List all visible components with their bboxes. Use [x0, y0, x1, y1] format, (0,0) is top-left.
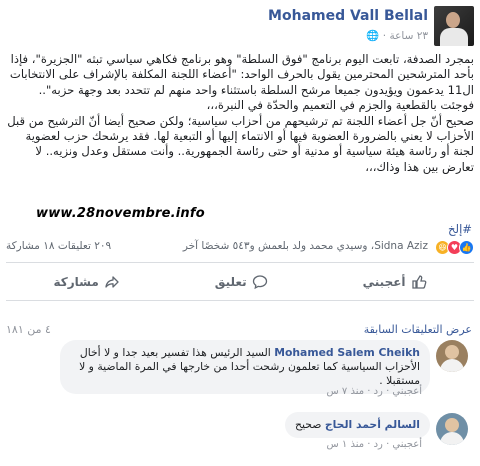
comment-label: تعليق	[214, 275, 247, 289]
comments-shares-count[interactable]: ٢٠٩ تعليقات ١٨ مشاركة	[6, 240, 111, 252]
share-icon	[105, 276, 119, 288]
comment-icon	[252, 275, 267, 290]
comment-button[interactable]: تعليق	[215, 274, 268, 290]
thumbs-up-icon	[411, 275, 426, 289]
post-body: بمجرد الصدفة، تابعت اليوم برنامج "فوق ال…	[6, 52, 474, 175]
comment-author[interactable]: Mohamed Salem Cheikh	[274, 346, 420, 359]
post-hashtag[interactable]: #إلخ	[448, 222, 472, 236]
like-button[interactable]: أعجبني	[363, 274, 427, 290]
divider	[6, 300, 474, 301]
share-button[interactable]: مشاركة	[54, 274, 120, 290]
comment-text: صحيح	[295, 418, 322, 431]
commenter-avatar[interactable]	[436, 413, 468, 445]
author-avatar[interactable]	[434, 6, 474, 46]
comment-actions[interactable]: أعجبني · رد · منذ ١ س	[327, 439, 423, 450]
commenter-avatar[interactable]	[436, 340, 468, 372]
like-label: أعجبني	[362, 275, 406, 289]
post-author-name[interactable]: Mohamed Vall Bellal	[268, 8, 428, 24]
comment-author[interactable]: السالم أحمد الحاج	[325, 418, 420, 431]
like-icon: 👍	[459, 240, 474, 255]
reactors-text[interactable]: Sidna Aziz، وسيدي محمد ولد بلعمش و٥٤٣ شخ…	[183, 240, 428, 252]
post-actions: أعجبني تعليق مشاركة	[6, 268, 474, 296]
comments-pager-count: ٤ من ١٨١	[6, 323, 51, 336]
post-paragraph-2: صحيح أنّ جل أعضاء اللجنة تم ترشيحهم من أ…	[7, 113, 474, 174]
post-time[interactable]: ٢٣ ساعة	[389, 30, 428, 42]
comment-bubble: السالم أحمد الحاج صحيح	[285, 412, 430, 438]
view-previous-comments[interactable]: عرض التعليقات السابقة	[364, 323, 472, 336]
share-label: مشاركة	[53, 275, 99, 289]
reaction-icons[interactable]: 👍 ♥ 😆	[435, 240, 474, 255]
reactions-bar: 👍 ♥ 😆 Sidna Aziz، وسيدي محمد ولد بلعمش و…	[6, 238, 474, 256]
comment-actions[interactable]: أعجبني · رد · منذ ٧ س	[327, 386, 423, 397]
globe-icon: 🌐	[366, 30, 380, 42]
post-paragraph-1: بمجرد الصدفة، تابعت اليوم برنامج "فوق ال…	[9, 52, 474, 113]
post-meta: ٢٣ ساعة · 🌐	[366, 30, 428, 42]
divider	[6, 262, 474, 263]
watermark-url: www.28novembre.info	[36, 206, 205, 221]
